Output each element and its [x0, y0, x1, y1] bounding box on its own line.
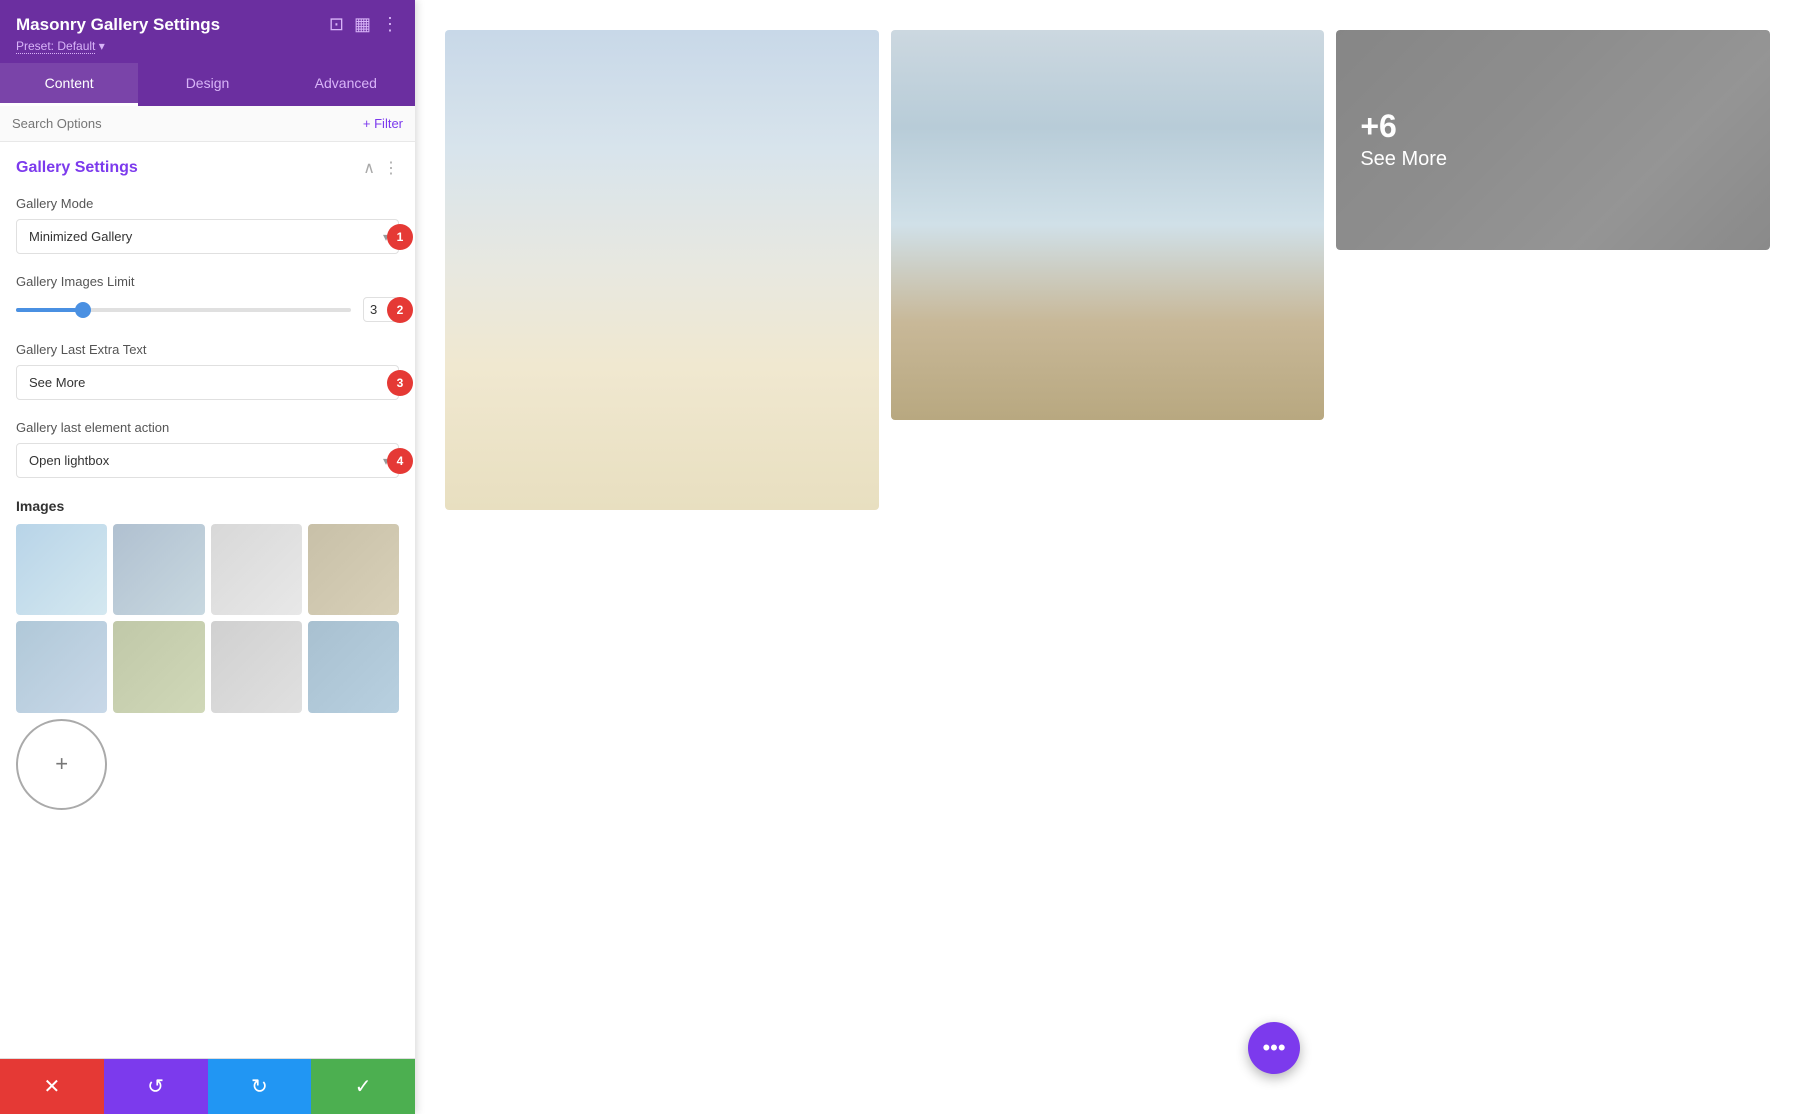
gallery-image-desert	[445, 30, 879, 510]
tab-content[interactable]: Content	[0, 63, 138, 106]
bottom-bar: ✕ ↺ ↻ ✓	[0, 1058, 415, 1114]
section-more-icon[interactable]: ⋮	[383, 158, 399, 178]
sidebar: Masonry Gallery Settings ⊡ ▦ ⋮ Preset: D…	[0, 0, 415, 1114]
tab-advanced[interactable]: Advanced	[277, 63, 415, 106]
gallery-mode-badge: 1	[387, 224, 413, 250]
images-grid: +	[16, 524, 399, 810]
gallery-last-element-action-select[interactable]: Open lightbox Open URL Nothing	[16, 443, 399, 478]
redo-button[interactable]: ↻	[208, 1059, 312, 1114]
gallery-image-room: +6 See More	[1336, 30, 1770, 250]
gallery-settings-section-header: Gallery Settings ∧ ⋮	[16, 158, 399, 178]
cancel-button[interactable]: ✕	[0, 1059, 104, 1114]
image-thumb[interactable]	[308, 524, 399, 615]
save-button[interactable]: ✓	[311, 1059, 415, 1114]
gallery-images-limit-badge: 2	[387, 297, 413, 323]
focus-icon[interactable]: ⊡	[329, 14, 344, 35]
gallery-mode-select[interactable]: Minimized Gallery Full Gallery Grid Gall…	[16, 219, 399, 254]
see-more-overlay[interactable]: +6 See More	[1336, 30, 1770, 250]
slider-fill	[16, 308, 83, 312]
gallery-grid: +6 See More	[445, 30, 1770, 510]
columns-icon[interactable]: ▦	[354, 14, 371, 35]
gallery-last-extra-text-input[interactable]	[16, 365, 399, 400]
image-thumb[interactable]	[16, 621, 107, 712]
search-bar: + Filter	[0, 106, 415, 142]
filter-button[interactable]: + Filter	[363, 116, 403, 131]
gallery-images-limit-field: Gallery Images Limit 2	[16, 274, 399, 322]
gallery-mode-label: Gallery Mode	[16, 196, 399, 211]
images-section: Images +	[16, 498, 399, 810]
gallery-last-extra-text-badge: 3	[387, 370, 413, 396]
sidebar-header: Masonry Gallery Settings ⊡ ▦ ⋮ Preset: D…	[0, 0, 415, 63]
gallery-mode-field: Gallery Mode Minimized Gallery Full Gall…	[16, 196, 399, 254]
header-icons: ⊡ ▦ ⋮	[329, 14, 399, 35]
add-image-button[interactable]: +	[16, 719, 107, 810]
more-icon[interactable]: ⋮	[381, 14, 399, 35]
tab-design[interactable]: Design	[138, 63, 276, 106]
tab-bar: Content Design Advanced	[0, 63, 415, 106]
gallery-last-element-action-label: Gallery last element action	[16, 420, 399, 435]
slider-thumb[interactable]	[75, 302, 91, 318]
preview-area: +6 See More •••	[415, 0, 1800, 1114]
sidebar-title: Masonry Gallery Settings	[16, 15, 220, 35]
gallery-last-element-action-badge: 4	[387, 448, 413, 474]
gallery-mode-select-wrap: Minimized Gallery Full Gallery Grid Gall…	[16, 219, 399, 254]
image-thumb[interactable]	[211, 524, 302, 615]
search-input[interactable]	[12, 116, 363, 131]
gallery-images-limit-label: Gallery Images Limit	[16, 274, 399, 289]
preset-label[interactable]: Preset: Default ▾	[16, 39, 399, 53]
fab-button[interactable]: •••	[1248, 1022, 1300, 1074]
gallery-last-extra-text-field: Gallery Last Extra Text 3	[16, 342, 399, 400]
section-actions: ∧ ⋮	[363, 158, 399, 178]
image-thumb[interactable]	[113, 621, 204, 712]
images-label: Images	[16, 498, 399, 514]
image-thumb[interactable]	[211, 621, 302, 712]
see-more-count: +6	[1360, 110, 1396, 142]
image-thumb[interactable]	[308, 621, 399, 712]
gallery-last-element-action-field: Gallery last element action Open lightbo…	[16, 420, 399, 478]
gallery-last-element-action-select-wrap: Open lightbox Open URL Nothing ▾ 4	[16, 443, 399, 478]
gallery-last-extra-text-label: Gallery Last Extra Text	[16, 342, 399, 357]
slider-track	[16, 308, 351, 312]
collapse-icon[interactable]: ∧	[363, 158, 375, 178]
image-thumb[interactable]	[16, 524, 107, 615]
section-title: Gallery Settings	[16, 159, 138, 177]
dots-icon: •••	[1262, 1035, 1285, 1061]
image-thumb: +	[16, 719, 107, 810]
gallery-image-pier	[891, 30, 1325, 420]
sidebar-content: Gallery Settings ∧ ⋮ Gallery Mode Minimi…	[0, 142, 415, 1058]
see-more-text: See More	[1360, 148, 1447, 171]
undo-button[interactable]: ↺	[104, 1059, 208, 1114]
image-thumb[interactable]	[113, 524, 204, 615]
